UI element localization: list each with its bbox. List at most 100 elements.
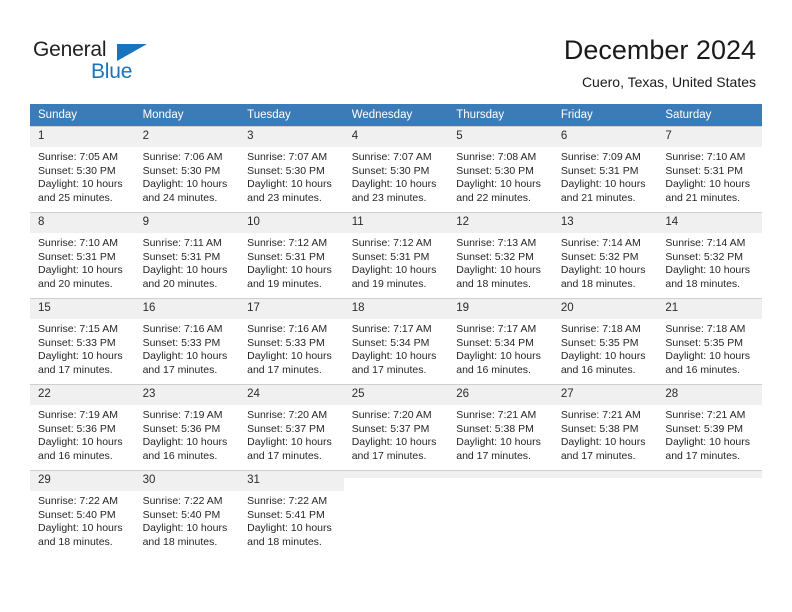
day-number: 4: [343, 127, 449, 147]
sunrise-text: Sunrise: 7:22 AM: [38, 495, 118, 507]
sunrise-text: Sunrise: 7:15 AM: [38, 323, 118, 335]
calendar-day-cell[interactable]: 24 Sunrise: 7:20 AM Sunset: 5:37 PM Dayligh…: [239, 384, 344, 470]
calendar-day-cell[interactable]: 13 Sunrise: 7:14 AM Sunset: 5:32 PM Dayligh…: [552, 212, 658, 298]
calendar-day-cell[interactable]: 18 Sunrise: 7:17 AM Sunset: 5:34 PM Dayligh…: [343, 298, 449, 384]
day-number: 14: [657, 213, 762, 233]
sunrise-text: Sunrise: 7:21 AM: [665, 409, 746, 421]
weekday-header-saturday: Saturday: [657, 104, 762, 126]
calendar-day-cell[interactable]: 21 Sunrise: 7:18 AM Sunset: 5:35 PM Dayligh…: [657, 298, 762, 384]
calendar-day-cell[interactable]: 9 Sunrise: 7:11 AM Sunset: 5:31 PM Daylight…: [134, 212, 240, 298]
calendar-day-cell[interactable]: 6 Sunrise: 7:09 AM Sunset: 5:31 PM Daylight…: [552, 126, 658, 212]
calendar-day-cell[interactable]: 19 Sunrise: 7:17 AM Sunset: 5:34 PM Dayligh…: [448, 298, 553, 384]
daylight-text: Daylight: 10 hours: [142, 178, 228, 191]
sunrise-text: Sunrise: 7:12 AM: [247, 237, 328, 249]
daylight-text: and 24 minutes.: [142, 191, 218, 204]
sunrise-text: Sunrise: 7:13 AM: [456, 237, 537, 249]
day-sun-info: Sunrise: 7:20 AM Sunset: 5:37 PM Daylight:…: [344, 405, 449, 463]
calendar-day-cell[interactable]: 14 Sunrise: 7:14 AM Sunset: 5:32 PM Dayligh…: [657, 212, 762, 298]
calendar-day-cell[interactable]: 8 Sunrise: 7:10 AM Sunset: 5:31 PM Daylight…: [30, 212, 135, 298]
day-number: 8: [30, 213, 135, 233]
day-cell-body: 30 Sunrise: 7:22 AM Sunset: 5:40 PM Dayligh…: [134, 470, 240, 556]
day-number: 20: [552, 299, 658, 319]
sunset-text: Sunset: 5:38 PM: [560, 422, 639, 435]
sunrise-text: Sunrise: 7:20 AM: [351, 409, 432, 421]
day-cell-body: 17 Sunrise: 7:16 AM Sunset: 5:33 PM Dayligh…: [239, 298, 344, 384]
daylight-text: and 17 minutes.: [38, 363, 113, 376]
calendar-day-cell[interactable]: 20 Sunrise: 7:18 AM Sunset: 5:35 PM Dayligh…: [552, 298, 658, 384]
sunset-text: Sunset: 5:34 PM: [456, 336, 534, 349]
day-cell-body: 20 Sunrise: 7:18 AM Sunset: 5:35 PM Dayligh…: [552, 298, 658, 384]
sunrise-text: Sunrise: 7:16 AM: [247, 323, 328, 335]
calendar-day-cell[interactable]: 25 Sunrise: 7:20 AM Sunset: 5:37 PM Dayligh…: [343, 384, 449, 470]
daylight-text: Daylight: 10 hours: [560, 264, 646, 277]
day-cell-body: 6 Sunrise: 7:09 AM Sunset: 5:31 PM Daylight…: [552, 126, 658, 212]
day-number: 22: [30, 385, 135, 405]
sunrise-text: Sunrise: 7:10 AM: [38, 237, 118, 249]
day-cell-body: [343, 470, 449, 556]
day-number: 17: [239, 299, 344, 319]
sunrise-text: Sunrise: 7:17 AM: [351, 323, 432, 335]
sunset-text: Sunset: 5:35 PM: [560, 336, 639, 349]
daylight-text: Daylight: 10 hours: [247, 178, 332, 191]
day-number: 12: [448, 213, 553, 233]
daylight-text: Daylight: 10 hours: [142, 522, 228, 535]
sunrise-text: Sunrise: 7:19 AM: [38, 409, 118, 421]
day-cell-body: [657, 470, 762, 556]
general-blue-logo: General Blue: [33, 38, 163, 86]
day-number: 19: [448, 299, 553, 319]
daylight-text: and 22 minutes.: [456, 191, 531, 204]
sunset-text: Sunset: 5:33 PM: [38, 336, 116, 349]
calendar-day-cell[interactable]: 10 Sunrise: 7:12 AM Sunset: 5:31 PM Dayligh…: [239, 212, 344, 298]
day-sun-info: [344, 478, 449, 482]
day-cell-body: 7 Sunrise: 7:10 AM Sunset: 5:31 PM Daylight…: [657, 126, 762, 212]
daylight-text: and 23 minutes.: [247, 191, 322, 204]
daylight-text: Daylight: 10 hours: [665, 436, 751, 449]
title-block: December 2024 Cuero, Texas, United State…: [564, 34, 756, 92]
day-number: [552, 471, 658, 478]
calendar-day-cell[interactable]: 2 Sunrise: 7:06 AM Sunset: 5:30 PM Daylight…: [134, 126, 240, 212]
day-sun-info: Sunrise: 7:16 AM Sunset: 5:33 PM Daylight:…: [239, 319, 344, 377]
day-number: 3: [239, 127, 344, 147]
sunrise-text: Sunrise: 7:22 AM: [142, 495, 223, 507]
day-cell-body: 23 Sunrise: 7:19 AM Sunset: 5:36 PM Dayligh…: [134, 384, 240, 470]
calendar-day-cell[interactable]: 3 Sunrise: 7:07 AM Sunset: 5:30 PM Daylight…: [239, 126, 344, 212]
calendar-day-cell[interactable]: 15 Sunrise: 7:15 AM Sunset: 5:33 PM Dayligh…: [30, 298, 135, 384]
calendar-day-cell[interactable]: 7 Sunrise: 7:10 AM Sunset: 5:31 PM Daylight…: [657, 126, 762, 212]
sunset-text: Sunset: 5:33 PM: [247, 336, 325, 349]
calendar-day-cell[interactable]: 27 Sunrise: 7:21 AM Sunset: 5:38 PM Dayligh…: [552, 384, 658, 470]
day-cell-body: 28 Sunrise: 7:21 AM Sunset: 5:39 PM Dayligh…: [657, 384, 762, 470]
calendar-day-cell[interactable]: 1 Sunrise: 7:05 AM Sunset: 5:30 PM Daylight…: [30, 126, 135, 212]
day-cell-body: 19 Sunrise: 7:17 AM Sunset: 5:34 PM Dayligh…: [448, 298, 553, 384]
logo-text-blue: Blue: [91, 60, 133, 83]
day-cell-body: 18 Sunrise: 7:17 AM Sunset: 5:34 PM Dayligh…: [343, 298, 449, 384]
day-sun-info: Sunrise: 7:12 AM Sunset: 5:31 PM Daylight:…: [239, 233, 344, 291]
day-sun-info: Sunrise: 7:10 AM Sunset: 5:31 PM Daylight:…: [30, 233, 135, 291]
weekday-header-monday: Monday: [134, 104, 240, 126]
calendar-day-cell[interactable]: 31 Sunrise: 7:22 AM Sunset: 5:41 PM Dayligh…: [239, 470, 344, 556]
day-number: 21: [657, 299, 762, 319]
calendar-day-cell[interactable]: 11 Sunrise: 7:12 AM Sunset: 5:31 PM Dayligh…: [343, 212, 449, 298]
calendar-day-cell[interactable]: 30 Sunrise: 7:22 AM Sunset: 5:40 PM Dayligh…: [134, 470, 240, 556]
sunrise-text: Sunrise: 7:14 AM: [560, 237, 641, 249]
calendar-day-cell[interactable]: 16 Sunrise: 7:16 AM Sunset: 5:33 PM Dayligh…: [134, 298, 240, 384]
daylight-text: and 20 minutes.: [38, 277, 113, 290]
day-cell-body: 3 Sunrise: 7:07 AM Sunset: 5:30 PM Daylight…: [239, 126, 344, 212]
calendar-day-cell[interactable]: 22 Sunrise: 7:19 AM Sunset: 5:36 PM Dayligh…: [30, 384, 135, 470]
weekday-header-thursday: Thursday: [448, 104, 553, 126]
day-number: 7: [657, 127, 762, 147]
day-sun-info: Sunrise: 7:13 AM Sunset: 5:32 PM Daylight:…: [448, 233, 553, 291]
calendar-day-cell[interactable]: 26 Sunrise: 7:21 AM Sunset: 5:38 PM Dayligh…: [448, 384, 553, 470]
calendar-day-cell[interactable]: 17 Sunrise: 7:16 AM Sunset: 5:33 PM Dayligh…: [239, 298, 344, 384]
calendar-day-cell[interactable]: 12 Sunrise: 7:13 AM Sunset: 5:32 PM Dayligh…: [448, 212, 553, 298]
calendar-day-cell[interactable]: 23 Sunrise: 7:19 AM Sunset: 5:36 PM Dayligh…: [134, 384, 240, 470]
day-cell-body: 27 Sunrise: 7:21 AM Sunset: 5:38 PM Dayligh…: [552, 384, 658, 470]
daylight-text: Daylight: 10 hours: [247, 264, 332, 277]
calendar-day-cell[interactable]: 4 Sunrise: 7:07 AM Sunset: 5:30 PM Daylight…: [343, 126, 449, 212]
sunset-text: Sunset: 5:36 PM: [38, 422, 116, 435]
day-cell-body: 8 Sunrise: 7:10 AM Sunset: 5:31 PM Daylight…: [30, 212, 135, 298]
page-title: December 2024: [563, 35, 756, 65]
calendar-day-cell[interactable]: 28 Sunrise: 7:21 AM Sunset: 5:39 PM Dayligh…: [657, 384, 762, 470]
calendar-day-cell[interactable]: 29 Sunrise: 7:22 AM Sunset: 5:40 PM Dayligh…: [30, 470, 135, 556]
daylight-text: Daylight: 10 hours: [142, 436, 228, 449]
calendar-day-cell[interactable]: 5 Sunrise: 7:08 AM Sunset: 5:30 PM Daylight…: [448, 126, 553, 212]
